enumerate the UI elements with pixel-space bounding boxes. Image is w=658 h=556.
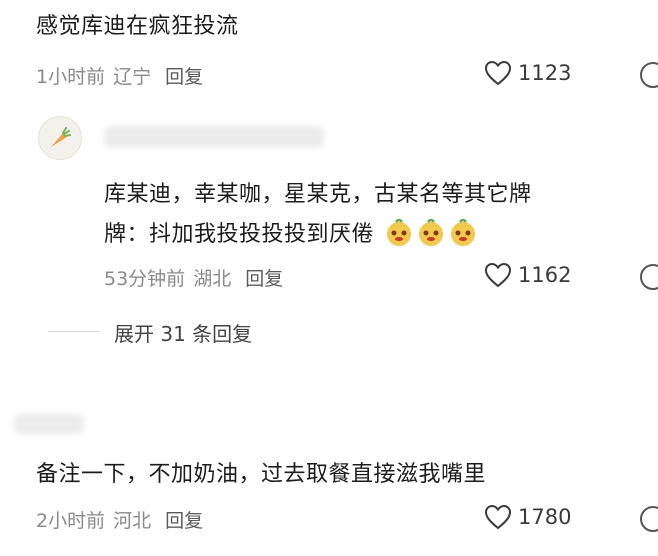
comment-meta: 2小时前 河北 回复 [36,506,203,533]
emoji-face-icon [418,218,443,246]
avatar[interactable] [38,116,82,160]
more-icon[interactable] [640,506,658,532]
comment-text-line2: 牌：抖加我投投投投到厌倦 [104,216,478,248]
comment-time: 2小时前 [36,510,106,532]
reply-button[interactable]: 回复 [245,268,283,290]
heart-outline-icon [484,262,512,288]
carrot-avatar-icon [51,127,71,147]
comment-meta: 1小时前 辽宁 回复 [36,62,203,89]
like-count: 1162 [518,263,572,287]
expand-replies-button[interactable]: 展开 31 条回复 [114,318,252,347]
like-button[interactable]: 1780 [484,504,571,530]
like-button[interactable]: 1123 [484,60,571,86]
reply-button[interactable]: 回复 [165,66,203,88]
reply-button[interactable]: 回复 [165,510,203,532]
comment-meta: 53分钟前 湖北 回复 [104,264,283,291]
comment-location: 湖北 [193,268,232,290]
comment-time: 1小时前 [36,66,106,88]
comment-location: 河北 [113,510,152,532]
emoji-face-icon [386,218,411,246]
username-blurred [104,126,324,148]
expand-divider [48,331,100,332]
comment-text-line1: 库某迪，幸某咖，星某克，古某名等其它牌 [104,182,532,207]
emoji-face-icon [450,218,475,246]
comment-text: 备注一下，不加奶油，过去取餐直接滋我嘴里 [36,462,487,487]
comment-text-line2-text: 牌：抖加我投投投投到厌倦 [104,222,375,247]
like-count: 1780 [518,505,572,529]
comment-text: 感觉库迪在疯狂投流 [36,14,239,39]
comment-location: 辽宁 [113,66,152,88]
heart-outline-icon [484,504,512,530]
more-icon[interactable] [640,264,658,290]
comment-time: 53分钟前 [104,268,186,290]
username-blurred [14,414,84,434]
more-icon[interactable] [640,62,658,88]
like-button[interactable]: 1162 [484,262,571,288]
heart-outline-icon [484,60,512,86]
like-count: 1123 [518,61,572,85]
